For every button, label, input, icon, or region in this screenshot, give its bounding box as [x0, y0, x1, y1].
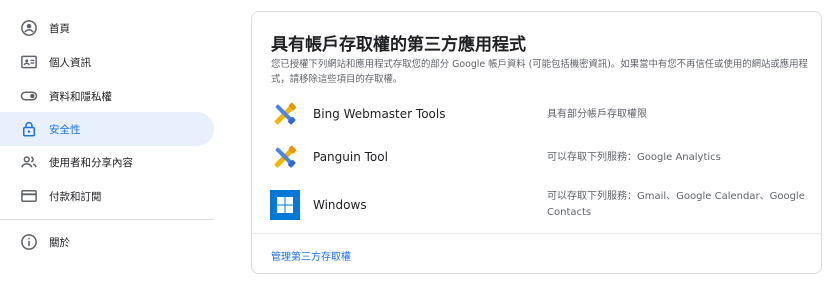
sidebar-item-about[interactable]: 關於	[0, 225, 214, 259]
manage-third-party-access-link[interactable]: 管理第三方存取權	[271, 248, 351, 263]
sidebar-item-label: 安全性	[49, 123, 81, 136]
people-icon	[20, 153, 38, 171]
app-row-windows[interactable]: Windows 可以存取下列服務：Gmail、Google Calendar、G…	[252, 185, 821, 225]
app-access-text: 可以存取下列服務：Google Analytics	[547, 152, 721, 163]
sidebar-item-label: 個人資訊	[49, 56, 91, 69]
sidebar-item-label: 資料和隱私權	[49, 90, 112, 103]
sidebar-item-personal-info[interactable]: 個人資訊	[0, 45, 214, 79]
sidebar-item-label: 使用者和分享內容	[49, 156, 133, 169]
sidebar-item-payments[interactable]: 付款和訂閱	[0, 179, 214, 213]
card-title: 具有帳戶存取權的第三方應用程式	[271, 35, 526, 55]
credit-card-icon	[20, 187, 38, 205]
sidebar-item-label: 關於	[49, 236, 70, 249]
windows-logo-icon	[270, 190, 300, 220]
sidebar-nav: 首頁 個人資訊 資料和隱私權 安全性 使用者和分享內容 付款和訂閱 關於	[0, 0, 216, 283]
app-name: Panguin Tool	[313, 150, 388, 164]
sidebar-item-home[interactable]: 首頁	[0, 11, 214, 45]
toggle-icon	[20, 87, 38, 105]
card-description: 您已授權下列網站和應用程式存取您的部分 Google 帳戶資料 (可能包括機密資…	[271, 59, 808, 85]
sidebar-item-people-sharing[interactable]: 使用者和分享內容	[0, 145, 214, 179]
info-icon	[20, 233, 38, 251]
third-party-apps-card: 具有帳戶存取權的第三方應用程式 您已授權下列網站和應用程式存取您的部分 Goog…	[251, 11, 822, 274]
sidebar-item-security[interactable]: 安全性	[0, 112, 214, 146]
app-name: Windows	[313, 198, 367, 212]
app-access-text: 可以存取下列服務：Gmail、Google Calendar、Google Co…	[547, 191, 805, 218]
home-icon	[20, 19, 38, 37]
sidebar-item-label: 首頁	[49, 22, 70, 35]
lock-icon	[20, 120, 38, 138]
tools-cross-icon	[270, 142, 300, 172]
card-divider	[252, 233, 821, 234]
sidebar-divider	[0, 219, 214, 220]
app-row-bing-webmaster-tools[interactable]: Bing Webmaster Tools 具有部分帳戶存取權限	[252, 94, 821, 134]
app-access-text: 具有部分帳戶存取權限	[547, 109, 647, 120]
person-card-icon	[20, 53, 38, 71]
sidebar-item-label: 付款和訂閱	[49, 190, 102, 203]
app-name: Bing Webmaster Tools	[313, 107, 446, 121]
tools-cross-icon	[270, 99, 300, 129]
app-row-panguin-tool[interactable]: Panguin Tool 可以存取下列服務：Google Analytics	[252, 137, 821, 177]
page: 首頁 個人資訊 資料和隱私權 安全性 使用者和分享內容 付款和訂閱 關於 具有帳…	[0, 0, 830, 283]
sidebar-item-data-privacy[interactable]: 資料和隱私權	[0, 79, 214, 113]
